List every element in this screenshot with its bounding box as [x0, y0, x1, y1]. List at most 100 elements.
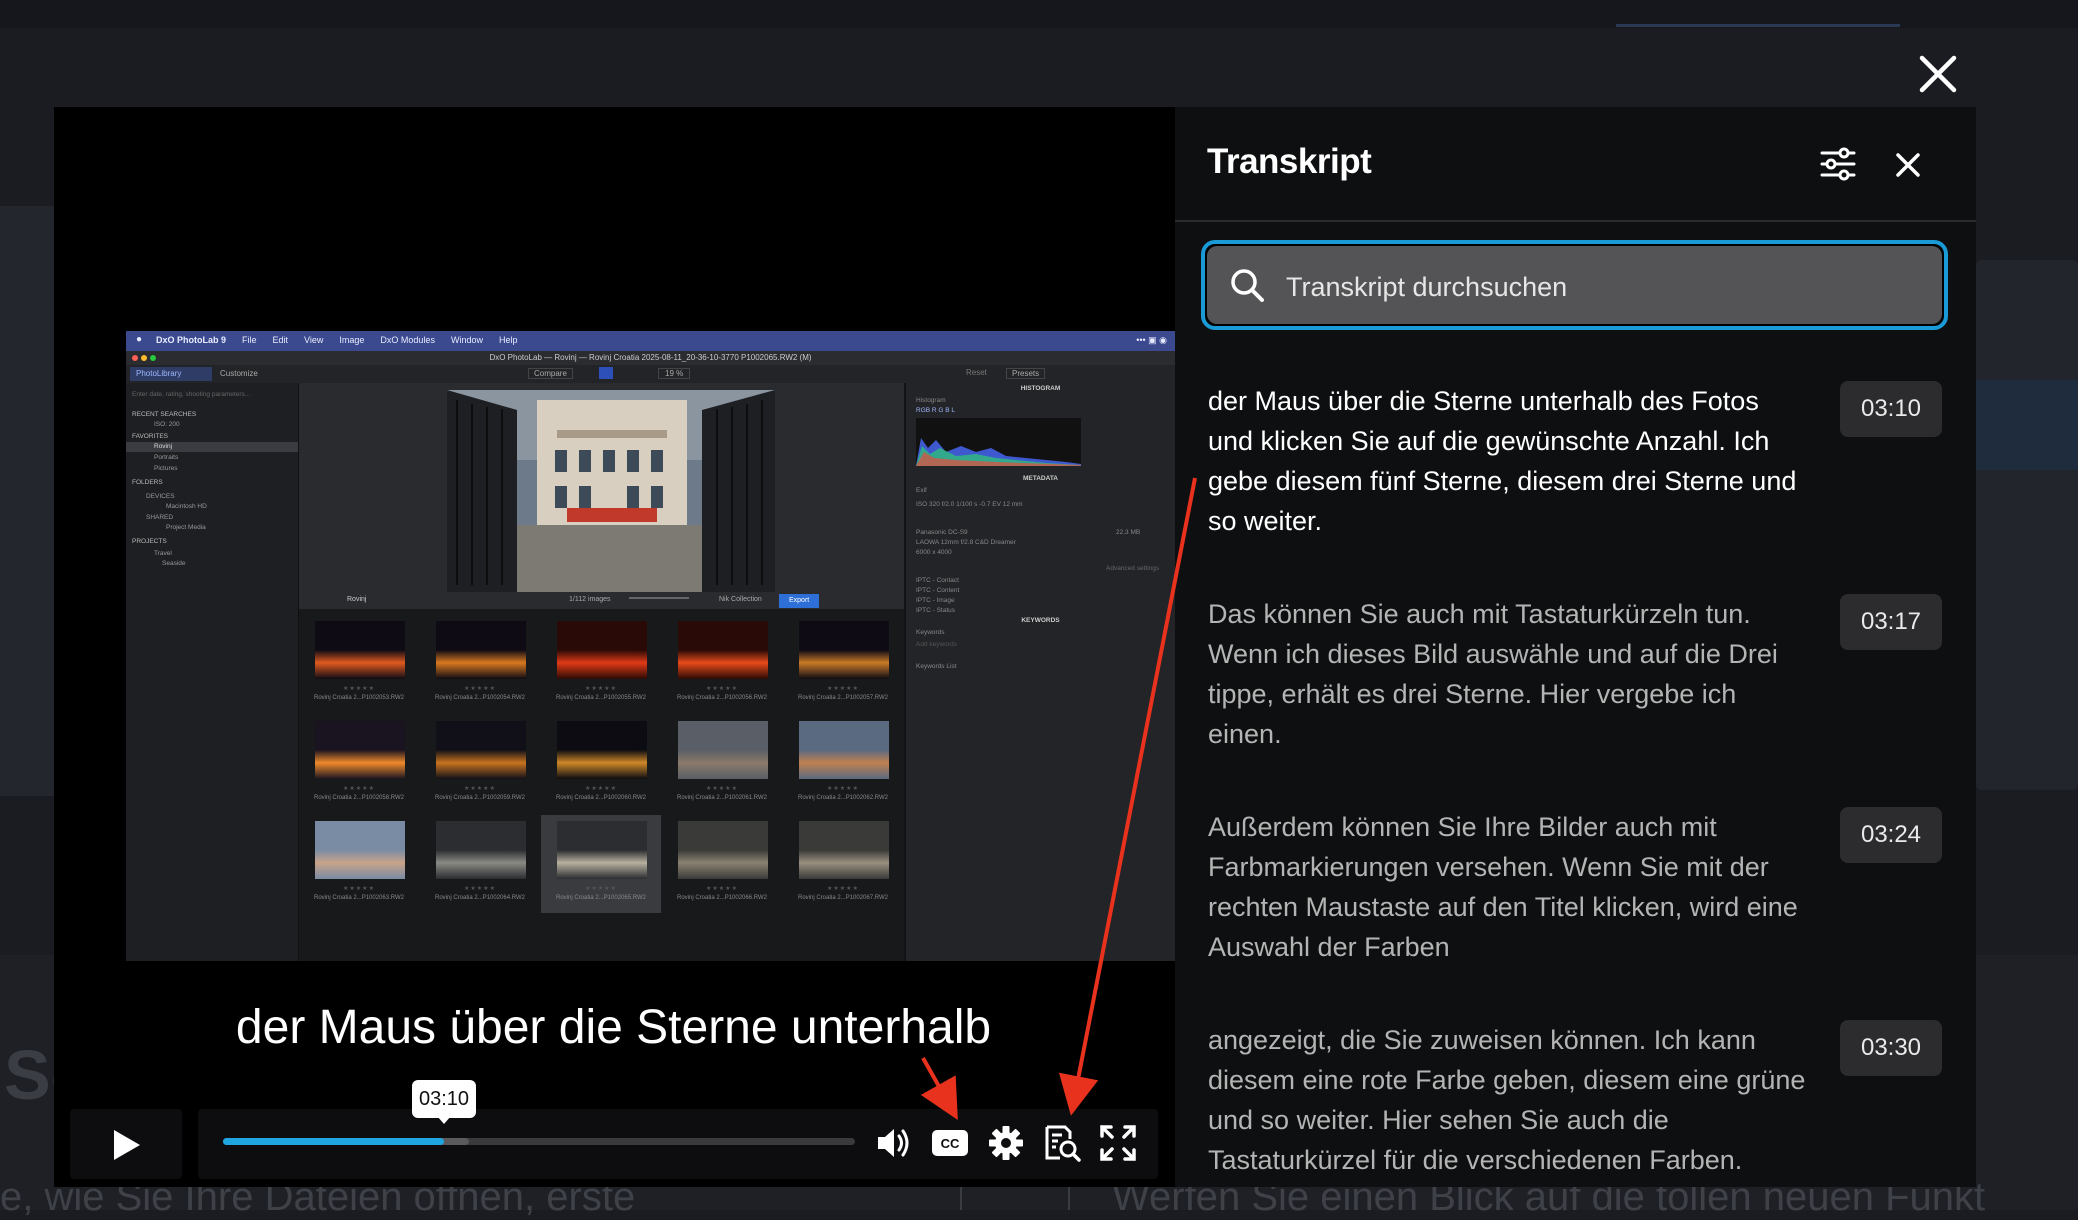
- presets-button: Presets: [1006, 368, 1046, 379]
- menu-dxo-modules: DxO Modules: [380, 335, 435, 345]
- reset-button: Reset: [966, 368, 987, 377]
- iptc-section: IPTC - Status: [916, 607, 956, 614]
- thumbnail-image: [315, 721, 405, 779]
- file-size: 22.3 MB: [1116, 529, 1141, 536]
- transcript-entry-text: Das können Sie auch mit Tastaturkürzeln …: [1208, 599, 1778, 749]
- thumbnail-name: Rovinj Croatia 2...P1002058.RW2: [314, 795, 404, 801]
- iptc-section: IPTC - Content: [916, 587, 960, 594]
- thumbnail-name: Rovinj Croatia 2...P1002064.RW2: [435, 895, 525, 901]
- thumbnail-image: [678, 621, 768, 679]
- thumbnail-name: Rovinj Croatia 2...P1002053.RW2: [314, 695, 404, 701]
- thumbnail-image: [557, 721, 647, 779]
- close-transcript-icon[interactable]: [1890, 147, 1926, 183]
- star-rating: ★★★★★: [343, 686, 375, 692]
- app-name: DxO PhotoLab 9: [156, 335, 227, 345]
- background-tab-indicator: [1616, 24, 1900, 27]
- thumbnail-name: Rovinj Croatia 2...P1002055.RW2: [556, 695, 646, 701]
- keywords-list: Keywords List: [916, 663, 957, 670]
- close-icon[interactable]: [1912, 48, 1964, 100]
- transcript-search-input[interactable]: [1284, 262, 1928, 312]
- star-rating: ★★★★★: [585, 886, 617, 892]
- menu-image: Image: [339, 335, 365, 345]
- progress-bar[interactable]: [223, 1138, 855, 1145]
- menu-help: Help: [498, 335, 518, 345]
- star-rating: ★★★★★: [706, 886, 738, 892]
- filter-settings-icon[interactable]: [1818, 144, 1858, 184]
- app-menu-bar: ● DxO PhotoLab 9 File Edit View Image Dx…: [126, 331, 1175, 351]
- star-rating: ★★★★★: [585, 686, 617, 692]
- panel-divider: [1175, 220, 1976, 222]
- metadata-heading: METADATA: [1022, 475, 1059, 482]
- thumbnail-name: Rovinj Croatia 2...P1002061.RW2: [677, 795, 767, 801]
- thumbnail-image: [315, 621, 405, 679]
- transcript-title: Transkript: [1207, 142, 1372, 181]
- thumbnail: ★★★★★ Rovinj Croatia 2...P1002058.RW2: [299, 715, 419, 813]
- play-button[interactable]: [70, 1109, 182, 1179]
- thumbnail-name: Rovinj Croatia 2...P1002056.RW2: [677, 695, 767, 701]
- histogram-channels: RGB R G B L: [916, 407, 956, 414]
- favorites-heading: FAVORITES: [132, 433, 168, 440]
- fullscreen-icon[interactable]: [1096, 1121, 1140, 1165]
- search-icon: [1231, 269, 1264, 302]
- transcript-timestamp[interactable]: 03:24: [1840, 807, 1942, 863]
- video-frame[interactable]: ● DxO PhotoLab 9 File Edit View Image Dx…: [126, 331, 1175, 961]
- thumbnail: ★★★★★ Rovinj Croatia 2...P1002061.RW2: [662, 715, 782, 813]
- iptc-section: IPTC - Contact: [916, 577, 959, 584]
- shared-heading: SHARED: [146, 514, 174, 521]
- devices-heading: DEVICES: [146, 493, 175, 500]
- recent-search-item: ISO: 200: [154, 421, 180, 428]
- thumbnail-name: Rovinj Croatia 2...P1002067.RW2: [798, 895, 888, 901]
- star-rating: ★★★★★: [706, 786, 738, 792]
- star-rating: ★★★★★: [343, 786, 375, 792]
- thumbnail-name: Rovinj Croatia 2...P1002054.RW2: [435, 695, 525, 701]
- thumbnail: ★★★★★ Rovinj Croatia 2...P1002063.RW2: [299, 815, 419, 913]
- project-item: Seaside: [162, 560, 186, 567]
- thumbnail-name: Rovinj Croatia 2...P1002062.RW2: [798, 795, 888, 801]
- background-card-highlight: [1976, 380, 2078, 470]
- filmstrip-toolbar: Rovinj 1/112 images Nik Collection Expor…: [299, 593, 904, 610]
- transcript-timestamp[interactable]: 03:30: [1840, 1020, 1942, 1076]
- volume-icon[interactable]: [872, 1121, 916, 1165]
- star-rating: ★★★★★: [343, 886, 375, 892]
- thumbnail-image: [678, 821, 768, 879]
- histogram-heading: HISTOGRAM: [1020, 385, 1061, 392]
- video-caption: der Maus über die Sterne unterhalb: [216, 990, 1011, 1066]
- menu-file: File: [242, 335, 257, 345]
- thumbnail: ★★★★★ Rovinj Croatia 2...P1002065.RW2: [541, 815, 661, 913]
- add-keywords-field: Add keywords: [916, 641, 957, 648]
- thumbnail-image: [436, 621, 526, 679]
- minimize-window-icon: [141, 355, 147, 361]
- apple-icon: ●: [136, 334, 143, 345]
- nik-collection-button: Nik Collection: [719, 596, 762, 603]
- settings-gear-icon[interactable]: [984, 1121, 1028, 1165]
- star-rating: ★★★★★: [827, 786, 859, 792]
- thumbnail-image: [799, 821, 889, 879]
- thumbnail-image: [315, 821, 405, 879]
- lens-model: LAOWA 12mm f/2.8 C&D Dreamer: [916, 539, 1016, 546]
- closed-captions-icon[interactable]: CC: [928, 1121, 972, 1165]
- info-panel: HISTOGRAM Histogram RGB R G B L METADATA…: [906, 383, 1175, 961]
- selected-row: [126, 442, 298, 452]
- star-rating: ★★★★★: [464, 686, 496, 692]
- device-item: Macintosh HD: [166, 503, 207, 510]
- thumbnail-size-slider: [629, 597, 689, 599]
- shared-item: Project Media: [166, 524, 206, 531]
- background-card: [1976, 260, 2078, 790]
- transcript-timestamp[interactable]: 03:17: [1840, 594, 1942, 650]
- favorite-item: Portraits: [154, 454, 179, 461]
- menu-window: Window: [450, 335, 483, 345]
- thumbnail-name: Rovinj Croatia 2...P1002060.RW2: [556, 795, 646, 801]
- thumbnail: ★★★★★ Rovinj Croatia 2...P1002055.RW2: [541, 615, 661, 713]
- preview-photo: [447, 390, 775, 592]
- star-rating: ★★★★★: [464, 786, 496, 792]
- menu-view: View: [304, 335, 324, 345]
- transcript-timestamp[interactable]: 03:10: [1840, 381, 1942, 437]
- thumbnail-image: [436, 721, 526, 779]
- transcript-search-icon[interactable]: [1040, 1121, 1084, 1165]
- thumbnail: ★★★★★ Rovinj Croatia 2...P1002054.RW2: [420, 615, 540, 713]
- star-rating: ★★★★★: [585, 786, 617, 792]
- star-rating: ★★★★★: [827, 886, 859, 892]
- image-dimensions: 6000 x 4000: [916, 549, 952, 556]
- keywords-label: Keywords: [916, 629, 945, 636]
- histogram-label: Histogram: [916, 397, 946, 404]
